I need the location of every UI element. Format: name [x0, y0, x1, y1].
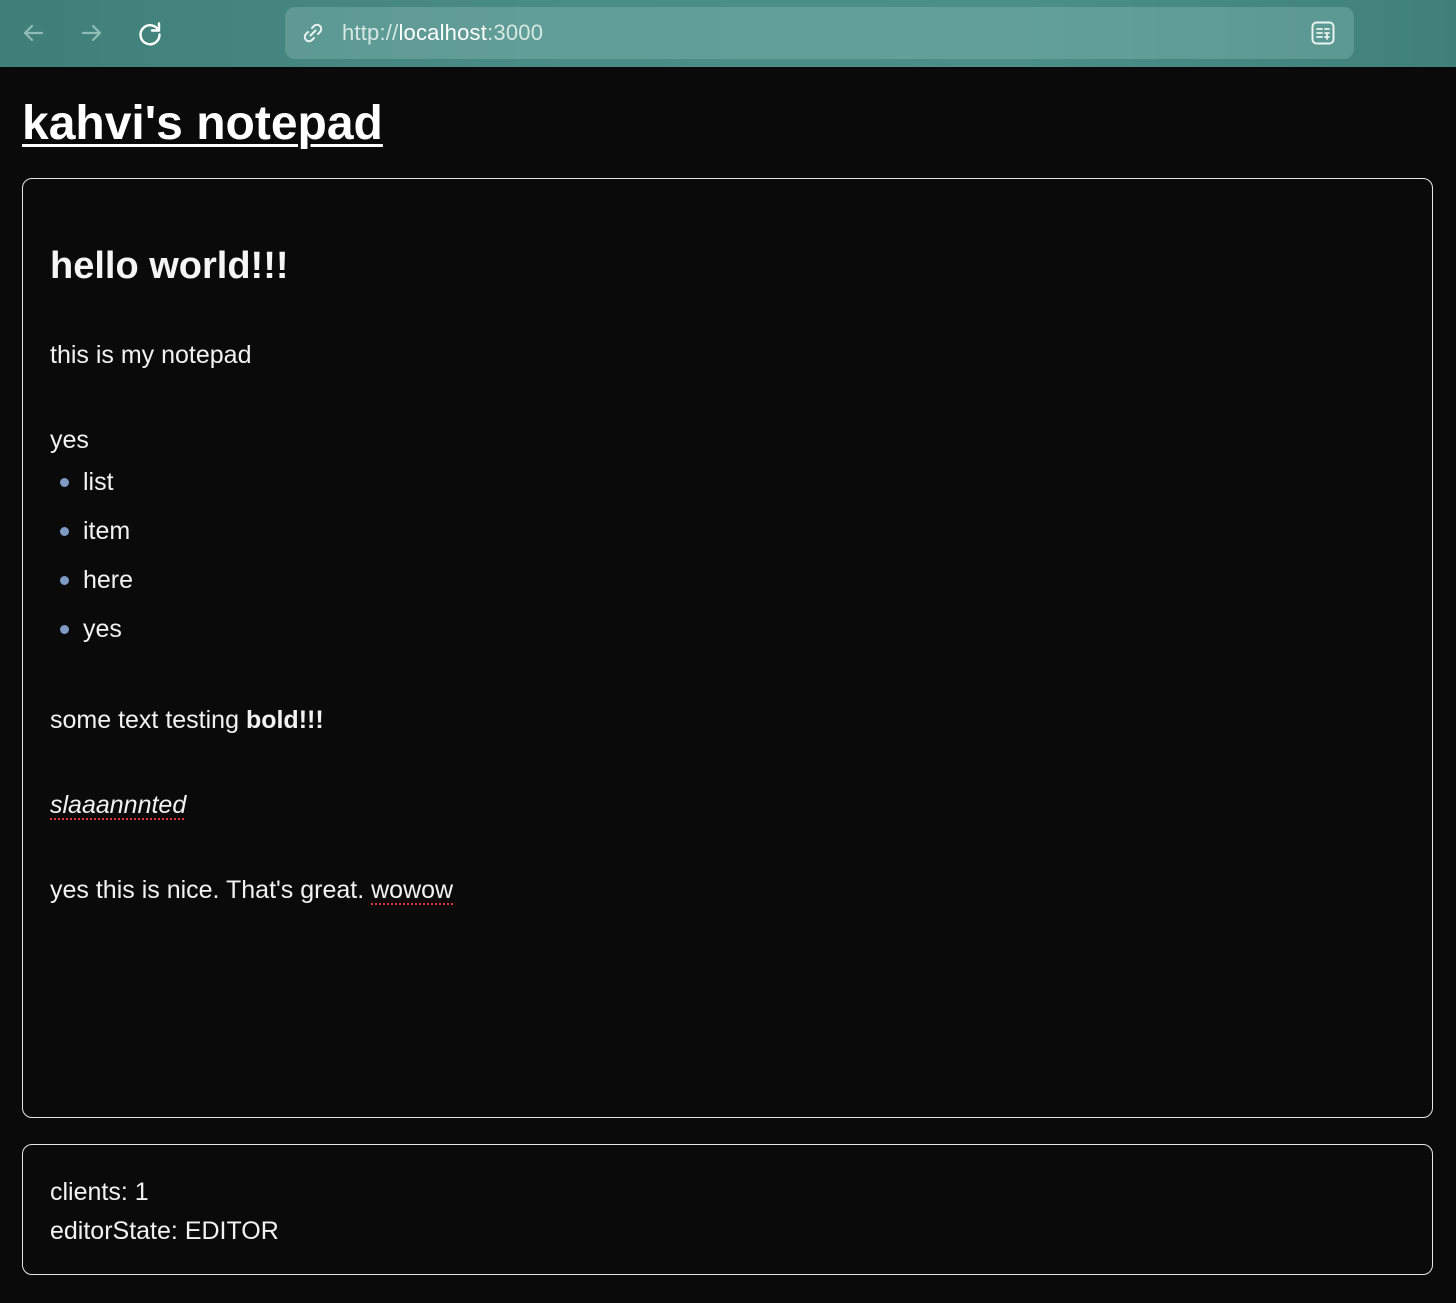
- list-item-text: item: [83, 517, 131, 545]
- url-text[interactable]: http://localhost:3000: [342, 20, 543, 46]
- back-arrow-icon: [23, 24, 44, 42]
- back-button[interactable]: [14, 14, 52, 52]
- list-item-text: here: [83, 566, 134, 594]
- url-port: :3000: [487, 20, 544, 45]
- italic-text: slaaannnted: [50, 791, 187, 819]
- editor-paragraph: this is my notepad: [50, 341, 252, 369]
- editor-state-label: editorState:: [50, 1217, 185, 1245]
- editor-state-value: EDITOR: [184, 1217, 279, 1245]
- address-bar[interactable]: http://localhost:3000: [285, 7, 1354, 59]
- url-host: localhost: [398, 20, 488, 45]
- list-item: yes: [59, 613, 133, 662]
- reader-view-icon[interactable]: [1310, 20, 1336, 46]
- forward-button[interactable]: [73, 14, 111, 52]
- editor-paragraph: some text testing bold!!!: [50, 704, 324, 736]
- notepad-editor[interactable]: hello world!!! this is my notepad yes li…: [22, 178, 1433, 1118]
- reload-button[interactable]: [131, 14, 169, 52]
- browser-toolbar: http://localhost:3000: [0, 0, 1456, 67]
- bullet-icon: [60, 478, 69, 487]
- bullet-icon: [60, 576, 69, 585]
- list-item: here: [59, 564, 133, 613]
- forward-arrow-icon: [81, 24, 102, 42]
- bullet-icon: [60, 527, 69, 536]
- misspelled-word: wowow: [371, 876, 454, 904]
- page-title-link[interactable]: kahvi's notepad: [22, 94, 383, 154]
- bullet-icon: [60, 625, 69, 634]
- editor-paragraph: slaaannnted: [50, 789, 186, 821]
- editor-state: editorState: EDITOR: [50, 1215, 279, 1247]
- editor-heading: hello world!!!: [50, 245, 289, 287]
- bold-text: bold!!!: [245, 706, 324, 734]
- list-item-text: list: [83, 468, 114, 496]
- paragraph-text: yes this is nice. That's great.: [50, 876, 372, 904]
- list-item: list: [59, 466, 133, 515]
- list-item: item: [59, 515, 133, 564]
- clients-value: 1: [134, 1178, 149, 1206]
- editor-paragraph: yes this is nice. That's great. wowow: [50, 874, 453, 906]
- url-scheme: http://: [342, 20, 399, 45]
- clients-count: clients: 1: [50, 1176, 149, 1208]
- editor-paragraph: yes: [50, 426, 89, 454]
- reload-icon: [139, 22, 161, 46]
- status-panel: clients: 1 editorState: EDITOR: [22, 1144, 1433, 1275]
- bullet-list: list item here yes: [59, 466, 133, 662]
- paragraph-text: some text testing: [50, 706, 246, 734]
- clients-label: clients:: [50, 1178, 135, 1206]
- list-item-text: yes: [83, 615, 122, 643]
- site-info-icon[interactable]: [301, 21, 325, 45]
